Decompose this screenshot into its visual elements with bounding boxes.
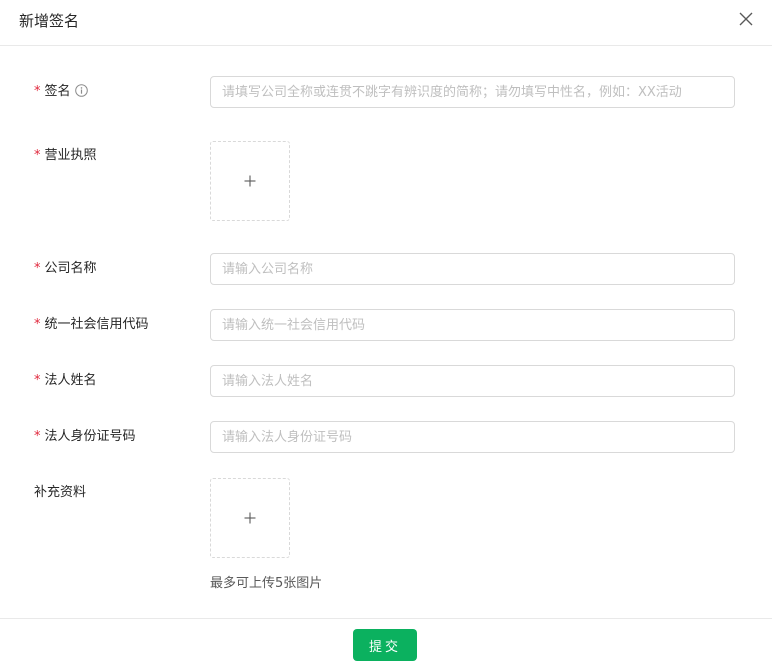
add-signature-dialog: 新增签名 *签名 *营业执照 — [0, 0, 772, 668]
credit-code-input[interactable] — [210, 309, 735, 341]
legal-id-label-text: 法人身份证号码 — [44, 429, 136, 444]
legal-id-input[interactable] — [210, 421, 735, 453]
plus-icon — [244, 512, 256, 524]
signature-label-text: 签名 — [44, 84, 71, 99]
supplementary-upload[interactable] — [210, 478, 290, 558]
company-name-input[interactable] — [210, 253, 735, 285]
legal-name-label: * 法人姓名 — [34, 372, 97, 390]
required-mark: * — [34, 373, 41, 388]
business-license-label-text: 营业执照 — [44, 148, 97, 163]
legal-id-label: * 法人身份证号码 — [34, 428, 136, 446]
dialog-footer: 提交 — [0, 618, 772, 668]
required-mark: * — [34, 429, 41, 444]
company-name-label: * 公司名称 — [34, 260, 97, 278]
credit-code-label-text: 统一社会信用代码 — [44, 317, 149, 332]
credit-code-label: * 统一社会信用代码 — [34, 316, 149, 334]
required-mark: * — [34, 261, 41, 276]
signature-input[interactable] — [210, 76, 735, 108]
dialog-title: 新增签名 — [19, 12, 80, 30]
business-license-upload[interactable] — [210, 141, 290, 221]
legal-name-input[interactable] — [210, 365, 735, 397]
required-mark: * — [34, 84, 41, 99]
submit-button[interactable]: 提交 — [353, 629, 417, 661]
supplementary-label: 补充资料 — [34, 485, 87, 500]
signature-label: * 签名 — [34, 83, 88, 101]
plus-icon — [244, 175, 256, 187]
info-icon[interactable] — [74, 84, 88, 97]
business-license-label: * 营业执照 — [34, 147, 97, 165]
legal-name-label-text: 法人姓名 — [44, 373, 97, 388]
dialog-header: 新增签名 — [0, 0, 772, 46]
upload-hint: 最多可上传5张图片 — [210, 576, 323, 591]
company-name-label-text: 公司名称 — [44, 261, 97, 276]
close-icon[interactable] — [738, 11, 754, 27]
required-mark: * — [34, 148, 41, 163]
required-mark: * — [34, 317, 41, 332]
